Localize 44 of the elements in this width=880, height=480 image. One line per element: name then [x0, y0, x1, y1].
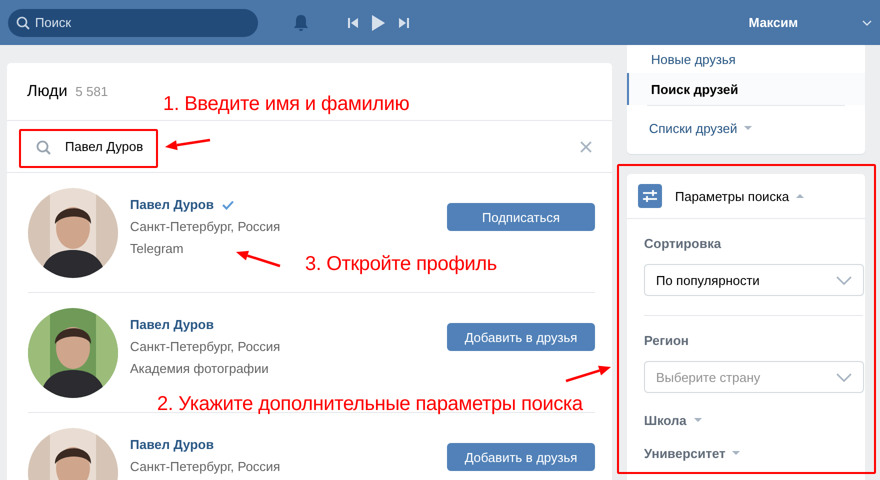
action-button[interactable]: Подписаться	[447, 203, 595, 231]
dropdown-field[interactable]: По популярности	[644, 264, 864, 296]
annotation-text: 3. Откройте профиль	[305, 253, 497, 276]
clear-icon[interactable]	[580, 140, 592, 152]
section-title: Люди	[27, 82, 68, 100]
person-detail: Telegram	[130, 240, 184, 258]
search-field[interactable]: Поиск	[8, 8, 258, 36]
person-name[interactable]: Павел Дуров	[130, 314, 214, 336]
caret-icon	[731, 450, 742, 456]
user-name[interactable]: Максим	[748, 15, 798, 30]
caret-icon	[795, 193, 806, 199]
menu-item[interactable]: Поиск друзей	[627, 73, 865, 105]
annotation-text: 1. Введите имя и фамилию	[163, 93, 410, 116]
bell-icon[interactable]	[292, 12, 310, 32]
result-count: 5 581	[75, 84, 108, 99]
person-name[interactable]: Павел Дуров	[130, 434, 214, 456]
verified-check-icon	[222, 200, 234, 210]
caret-icon	[743, 125, 754, 131]
action-button[interactable]: Добавить в друзья	[447, 323, 595, 351]
person-detail: Академия фотографии	[130, 360, 269, 378]
play-icon[interactable]	[372, 14, 385, 30]
person-city: Санкт-Петербург, Россия	[130, 218, 280, 236]
next-icon[interactable]	[399, 16, 409, 28]
caret-icon	[692, 417, 703, 423]
person-name[interactable]: Павел Дуров	[130, 194, 214, 216]
menu-item[interactable]: Новые друзья	[627, 45, 865, 73]
annotation-text: 2. Укажите дополнительные параметры поиска	[157, 393, 583, 416]
arrow	[236, 250, 280, 268]
collapsible-section[interactable]: Школа	[644, 411, 864, 429]
field-label: Регион	[644, 332, 690, 349]
search-icon	[16, 16, 30, 30]
action-button[interactable]: Добавить в друзья	[447, 443, 595, 471]
previous-icon[interactable]	[348, 16, 358, 28]
filter-settings-icon	[638, 184, 662, 208]
arrow	[566, 366, 611, 382]
caret-icon[interactable]	[862, 20, 872, 26]
panel-header[interactable]: Параметры поиска	[675, 188, 806, 204]
person-city: Санкт-Петербург, Россия	[130, 458, 280, 476]
menu-item[interactable]: Списки друзей	[647, 105, 845, 150]
field-label: Сортировка	[644, 234, 722, 252]
arrow	[165, 138, 210, 150]
person-city: Санкт-Петербург, Россия	[130, 338, 280, 356]
search-icon	[36, 140, 51, 154]
collapsible-section[interactable]: Университет	[644, 444, 864, 462]
